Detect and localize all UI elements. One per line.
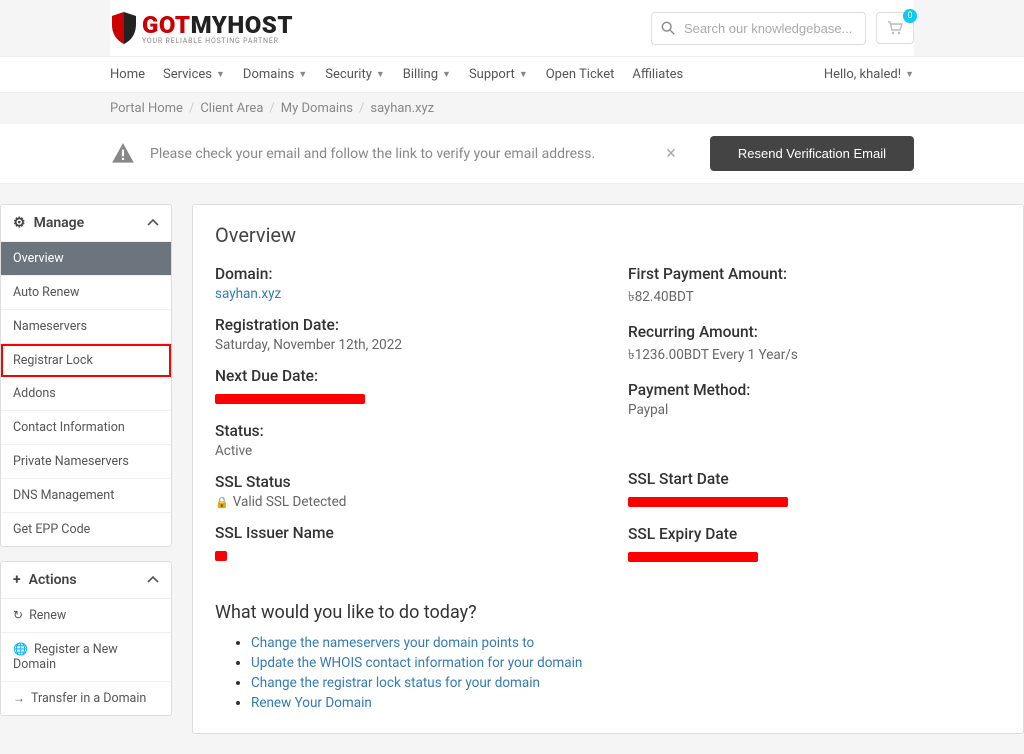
breadcrumb-current: sayhan.xyz bbox=[370, 101, 434, 116]
search-box bbox=[651, 12, 866, 45]
chevron-down-icon: ▼ bbox=[216, 69, 225, 80]
first-payment-label: First Payment Amount: bbox=[628, 265, 1001, 283]
manage-panel: ⚙ Manage OverviewAuto RenewNameserversReg… bbox=[0, 204, 172, 547]
todo-link[interactable]: Change the nameservers your domain point… bbox=[251, 635, 1001, 651]
arrow-right-icon: → bbox=[13, 691, 25, 705]
next-due-date-label: Next Due Date: bbox=[215, 367, 588, 385]
action-item-transfer-in-a-domain[interactable]: → Transfer in a Domain bbox=[1, 682, 171, 715]
sidebar-item-overview[interactable]: Overview bbox=[1, 242, 171, 276]
lock-icon: 🔒 bbox=[215, 496, 229, 509]
payment-method-value: Paypal bbox=[628, 402, 1001, 418]
page-title: Overview bbox=[215, 223, 1001, 247]
chevron-down-icon: ▼ bbox=[298, 69, 307, 80]
logo-shield-icon bbox=[110, 10, 138, 46]
nav-left: Home Services▼ Domains▼ Security▼ Billing▼ Su… bbox=[110, 67, 683, 82]
user-greeting: Hello, khaled! bbox=[824, 67, 901, 82]
breadcrumb-link[interactable]: Portal Home bbox=[110, 101, 183, 116]
chevron-down-icon: ▼ bbox=[376, 69, 385, 80]
alert-close-icon[interactable]: × bbox=[646, 143, 696, 164]
chevron-up-icon bbox=[147, 576, 159, 584]
alert-text: Please check your email and follow the l… bbox=[150, 146, 632, 162]
ssl-status-label: SSL Status bbox=[215, 473, 588, 491]
status-value: Active bbox=[215, 443, 588, 459]
refresh-icon: ↻ bbox=[13, 608, 23, 622]
action-item-register-a-new-domain[interactable]: 🌐Register a New Domain bbox=[1, 633, 171, 682]
content-panel: Overview Domain: sayhan.xyz Registration … bbox=[192, 204, 1024, 734]
domain-value[interactable]: sayhan.xyz bbox=[215, 286, 588, 302]
sidebar-item-nameservers[interactable]: Nameservers bbox=[1, 310, 171, 344]
actions-panel-head[interactable]: + Actions bbox=[1, 562, 171, 599]
logo[interactable]: GOTMYHOST YOUR RELIABLE HOSTING PARTNER bbox=[110, 10, 293, 46]
user-menu[interactable]: Hello, khaled! ▼ bbox=[824, 67, 914, 82]
redacted-value bbox=[628, 552, 758, 562]
recurring-label: Recurring Amount: bbox=[628, 323, 1001, 341]
actions-panel: + Actions ↻ Renew 🌐Register a New Domain → Tr… bbox=[0, 561, 172, 716]
cart-button[interactable]: 0 bbox=[876, 12, 914, 44]
chevron-up-icon bbox=[147, 219, 159, 227]
action-item-label: Transfer in a Domain bbox=[31, 691, 146, 706]
chevron-down-icon: ▼ bbox=[519, 69, 528, 80]
nav-item-support[interactable]: Support▼ bbox=[469, 67, 528, 82]
action-item-renew[interactable]: ↻ Renew bbox=[1, 599, 171, 633]
resend-verification-button[interactable]: Resend Verification Email bbox=[710, 136, 914, 171]
search-icon bbox=[661, 21, 675, 35]
chevron-down-icon: ▼ bbox=[905, 69, 914, 80]
nav-item-domains[interactable]: Domains▼ bbox=[243, 67, 307, 82]
payment-method-label: Payment Method: bbox=[628, 381, 1001, 399]
redacted-value bbox=[628, 497, 788, 507]
recurring-value: ৳1236.00BDT Every 1 Year/s bbox=[628, 344, 1001, 367]
nav-item-security[interactable]: Security▼ bbox=[325, 67, 384, 82]
ssl-start-label: SSL Start Date bbox=[628, 470, 1001, 488]
breadcrumb-link[interactable]: Client Area bbox=[200, 101, 263, 116]
nav-item-home[interactable]: Home bbox=[110, 67, 145, 82]
redacted-value bbox=[215, 551, 227, 561]
nav-item-open-ticket[interactable]: Open Ticket bbox=[546, 67, 615, 82]
ssl-issuer-label: SSL Issuer Name bbox=[215, 524, 588, 542]
registration-date-value: Saturday, November 12th, 2022 bbox=[215, 337, 588, 353]
sidebar-item-get-epp-code[interactable]: Get EPP Code bbox=[1, 513, 171, 546]
search-input[interactable] bbox=[651, 12, 866, 45]
actions-title: Actions bbox=[29, 572, 77, 588]
sidebar-item-registrar-lock[interactable]: Registrar Lock bbox=[1, 344, 171, 377]
action-item-label: Register a New Domain bbox=[13, 642, 118, 672]
breadcrumb: Portal Home/Client Area/My Domains/sayha… bbox=[0, 101, 1024, 116]
warning-icon bbox=[110, 141, 136, 167]
logo-tagline: YOUR RELIABLE HOSTING PARTNER bbox=[142, 37, 293, 45]
todo-link[interactable]: Renew Your Domain bbox=[251, 695, 1001, 711]
sidebar-item-private-nameservers[interactable]: Private Nameservers bbox=[1, 445, 171, 479]
ssl-status-value: 🔒Valid SSL Detected bbox=[215, 494, 588, 510]
gear-icon: ⚙ bbox=[13, 215, 26, 231]
manage-title: Manage bbox=[34, 215, 85, 231]
nav-item-billing[interactable]: Billing▼ bbox=[403, 67, 451, 82]
todo-link[interactable]: Update the WHOIS contact information for… bbox=[251, 655, 1001, 671]
todo-title: What would you like to do today? bbox=[215, 602, 1001, 623]
nav-item-affiliates[interactable]: Affiliates bbox=[632, 67, 683, 82]
manage-panel-head[interactable]: ⚙ Manage bbox=[1, 205, 171, 242]
todo-list: Change the nameservers your domain point… bbox=[215, 635, 1001, 711]
domain-label: Domain: bbox=[215, 265, 588, 283]
nav-item-services[interactable]: Services▼ bbox=[163, 67, 225, 82]
sidebar-item-addons[interactable]: Addons bbox=[1, 377, 171, 411]
registration-date-label: Registration Date: bbox=[215, 316, 588, 334]
action-item-label: Renew bbox=[29, 608, 66, 623]
first-payment-value: ৳82.40BDT bbox=[628, 286, 1001, 309]
breadcrumb-link[interactable]: My Domains bbox=[281, 101, 353, 116]
cart-icon bbox=[887, 21, 903, 35]
plus-icon: + bbox=[13, 572, 21, 588]
globe-icon: 🌐 bbox=[13, 642, 28, 656]
chevron-down-icon: ▼ bbox=[442, 69, 451, 80]
sidebar-item-auto-renew[interactable]: Auto Renew bbox=[1, 276, 171, 310]
todo-link[interactable]: Change the registrar lock status for you… bbox=[251, 675, 1001, 691]
sidebar-item-dns-management[interactable]: DNS Management bbox=[1, 479, 171, 513]
logo-text: GOTMYHOST bbox=[142, 11, 293, 39]
status-label: Status: bbox=[215, 422, 588, 440]
redacted-value bbox=[215, 394, 365, 404]
ssl-expiry-label: SSL Expiry Date bbox=[628, 525, 1001, 543]
cart-badge: 0 bbox=[903, 9, 917, 23]
sidebar-item-contact-information[interactable]: Contact Information bbox=[1, 411, 171, 445]
